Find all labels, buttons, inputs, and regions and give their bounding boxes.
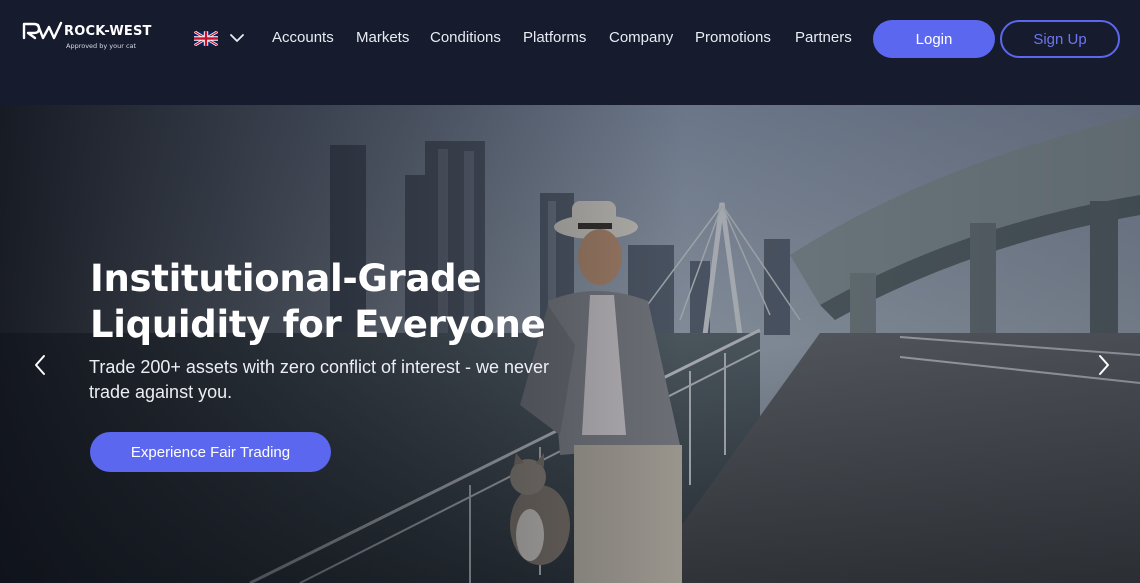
nav-item-conditions[interactable]: Conditions xyxy=(430,29,501,46)
signup-button[interactable]: Sign Up xyxy=(1000,20,1120,58)
nav-item-markets[interactable]: Markets xyxy=(356,29,409,46)
login-button[interactable]: Login xyxy=(873,20,995,58)
chevron-right-icon xyxy=(1099,355,1109,375)
hero-title-line-1: Institutional-Grade xyxy=(90,257,482,300)
hero-title: Institutional-Grade Liquidity for Everyo… xyxy=(90,256,610,348)
experience-fair-trading-button[interactable]: Experience Fair Trading xyxy=(90,432,331,472)
hero-subtitle: Trade 200+ assets with zero conflict of … xyxy=(89,357,550,402)
slider-prev-button[interactable] xyxy=(30,351,50,379)
slider-next-button[interactable] xyxy=(1094,351,1114,379)
site-header: ROCK-WEST Approved by your cat Accounts … xyxy=(0,0,1140,105)
nav-item-company[interactable]: Company xyxy=(609,29,673,46)
nav-item-partners[interactable]: Partners xyxy=(795,29,852,46)
nav-item-accounts[interactable]: Accounts xyxy=(272,29,334,46)
nav-item-promotions[interactable]: Promotions xyxy=(695,29,771,46)
hero-title-line-2: Liquidity for Everyone xyxy=(90,303,546,346)
chevron-left-icon xyxy=(35,355,45,375)
nav-item-platforms[interactable]: Platforms xyxy=(523,29,586,46)
hero-slider: Institutional-Grade Liquidity for Everyo… xyxy=(0,105,1140,583)
